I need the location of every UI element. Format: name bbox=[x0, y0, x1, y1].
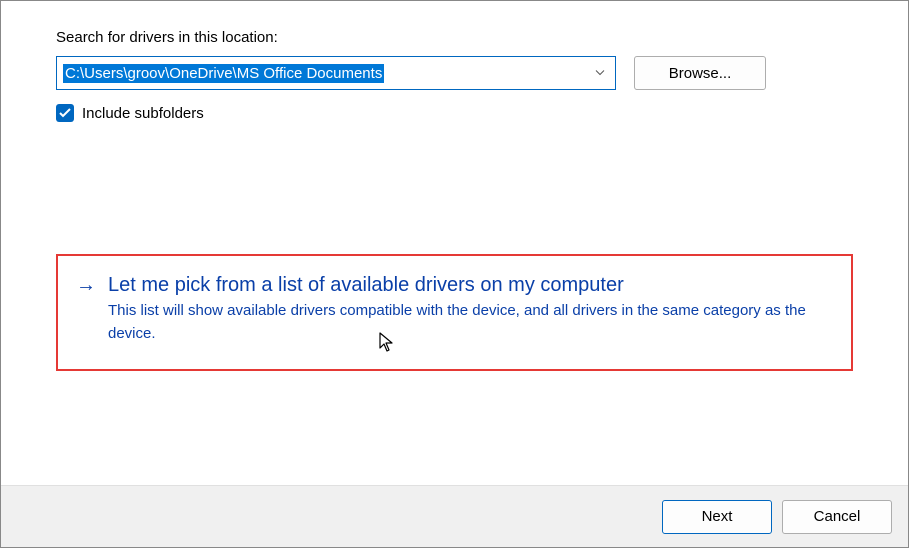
search-path-combobox[interactable]: C:\Users\groov\OneDrive\MS Office Docume… bbox=[56, 56, 616, 90]
browse-button[interactable]: Browse... bbox=[634, 56, 766, 90]
include-subfolders-checkbox[interactable] bbox=[56, 104, 74, 122]
search-path-value: C:\Users\groov\OneDrive\MS Office Docume… bbox=[63, 64, 384, 83]
cancel-button[interactable]: Cancel bbox=[782, 500, 892, 534]
pick-from-list-option[interactable]: → Let me pick from a list of available d… bbox=[56, 254, 853, 371]
include-subfolders-label: Include subfolders bbox=[82, 105, 204, 122]
pick-from-list-title: Let me pick from a list of available dri… bbox=[108, 272, 833, 298]
search-location-label: Search for drivers in this location: bbox=[56, 29, 853, 46]
chevron-down-icon bbox=[595, 68, 605, 79]
pick-from-list-description: This list will show available drivers co… bbox=[108, 300, 833, 345]
next-button[interactable]: Next bbox=[662, 500, 772, 534]
dialog-footer: Next Cancel bbox=[1, 485, 908, 547]
arrow-right-icon: → bbox=[76, 272, 96, 345]
